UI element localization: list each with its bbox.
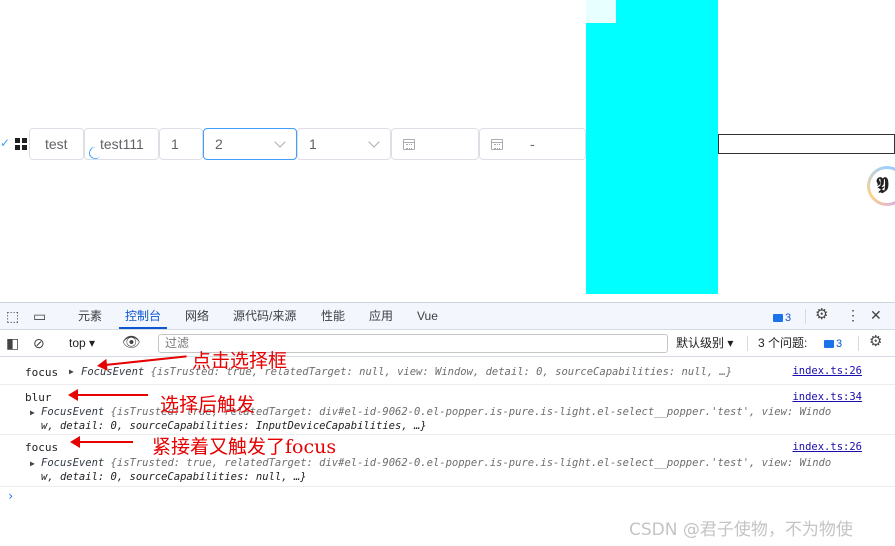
eye-icon[interactable]: 👁 bbox=[122, 335, 141, 350]
range-separator: - bbox=[530, 136, 535, 152]
number-input[interactable]: 1 bbox=[159, 128, 203, 160]
close-icon[interactable]: ✕ bbox=[870, 308, 882, 322]
text-input-test-value: test bbox=[45, 136, 68, 152]
log-source-link[interactable]: index.ts:26 bbox=[792, 441, 862, 453]
message-icon bbox=[824, 340, 834, 348]
grid-icon[interactable] bbox=[15, 138, 27, 150]
device-toolbar-icon[interactable]: ▭ bbox=[33, 309, 46, 323]
chevron-down-icon bbox=[274, 136, 286, 148]
log-label: blur bbox=[25, 391, 52, 404]
expand-triangle-icon[interactable]: ▶ bbox=[69, 367, 74, 376]
select-b[interactable]: 1 bbox=[297, 128, 391, 160]
log-entry: blur index.ts:34 ▶ FocusEvent {isTrusted… bbox=[0, 385, 895, 435]
context-select[interactable]: top ▾ bbox=[69, 330, 95, 357]
console-toolbar: ◧ ⊘ top ▾ 👁 过滤 默认级别 ▾ 3 个问题: 3 ⚙ bbox=[0, 330, 895, 357]
log-label: focus bbox=[25, 441, 59, 454]
tab-vue[interactable]: Vue bbox=[417, 303, 438, 329]
select-a[interactable]: 2 bbox=[203, 128, 297, 160]
more-options-icon[interactable]: ⋮ bbox=[846, 308, 860, 322]
log-source-link[interactable]: index.ts:26 bbox=[792, 365, 862, 377]
cyan-block-notch bbox=[586, 0, 616, 23]
chevron-down-icon bbox=[368, 136, 380, 148]
issues-label: 3 个问题: bbox=[758, 336, 808, 350]
expand-triangle-icon[interactable]: ▶ bbox=[30, 408, 35, 417]
calendar-icon bbox=[491, 139, 503, 150]
messages-count: 3 bbox=[785, 312, 792, 324]
watermark: CSDN @君子使物，不为物使 bbox=[629, 520, 853, 540]
plain-input[interactable] bbox=[718, 134, 895, 154]
annotation-after-select: 选择后触发 bbox=[160, 394, 256, 416]
text-input-test111-value: test111 bbox=[100, 136, 144, 152]
tab-sources[interactable]: 源代码/来源 bbox=[233, 303, 296, 329]
issues-count: 3 bbox=[836, 338, 843, 350]
annotation-arrow bbox=[70, 436, 133, 448]
tab-application[interactable]: 应用 bbox=[369, 303, 393, 329]
expand-triangle-icon[interactable]: ▶ bbox=[30, 459, 35, 468]
context-value: top bbox=[69, 336, 86, 350]
log-object-continuation: w, detail: 0, sourceCapabilities: InputD… bbox=[41, 420, 427, 432]
text-input-test[interactable]: test bbox=[29, 128, 84, 160]
annotation-click-select: 点击选择框 bbox=[192, 350, 288, 372]
select-b-value: 1 bbox=[309, 136, 317, 152]
log-entry: focus index.ts:26 ▶ FocusEvent {isTruste… bbox=[0, 435, 895, 487]
messages-badge[interactable]: 3 bbox=[773, 311, 791, 325]
sidebar-toggle-icon[interactable]: ◧ bbox=[6, 336, 19, 350]
cyan-block bbox=[586, 0, 718, 294]
devtools-panel: ⬚ ▭ 元素 控制台 网络 源代码/来源 性能 应用 Vue 3 ⚙ ⋮ ✕ ◧… bbox=[0, 302, 895, 546]
tab-performance[interactable]: 性能 bbox=[321, 303, 345, 329]
select-a-value: 2 bbox=[215, 136, 223, 152]
check-icon: ✓ bbox=[0, 136, 11, 150]
clear-console-icon[interactable]: ⊘ bbox=[33, 336, 45, 350]
log-source-link[interactable]: index.ts:34 bbox=[792, 391, 862, 403]
log-object-continuation: w, detail: 0, sourceCapabilities: null, … bbox=[41, 471, 307, 483]
settings-gear-icon[interactable]: ⚙ bbox=[815, 307, 828, 322]
tab-elements[interactable]: 元素 bbox=[78, 303, 102, 329]
console-settings-icon[interactable]: ⚙ bbox=[869, 334, 882, 349]
devtools-tabbar: ⬚ ▭ 元素 控制台 网络 源代码/来源 性能 应用 Vue 3 ⚙ ⋮ ✕ bbox=[0, 303, 895, 330]
tab-network[interactable]: 网络 bbox=[185, 303, 209, 329]
annotation-arrow bbox=[68, 389, 148, 401]
message-icon bbox=[773, 314, 783, 322]
date-range-picker[interactable]: - bbox=[479, 128, 586, 160]
floating-assistant-icon[interactable]: 𝖄 bbox=[867, 166, 895, 206]
console-prompt-icon[interactable]: › bbox=[7, 489, 14, 503]
issues-badge[interactable]: 3 bbox=[824, 337, 842, 351]
log-object[interactable]: FocusEvent {isTrusted: true, relatedTarg… bbox=[81, 366, 732, 378]
number-input-value: 1 bbox=[171, 136, 179, 152]
log-level-select[interactable]: 默认级别 ▾ bbox=[676, 330, 733, 357]
annotation-focus-again: 紧接着又触发了focus bbox=[152, 436, 337, 458]
log-level-value: 默认级别 bbox=[676, 336, 725, 350]
tab-console[interactable]: 控制台 bbox=[118, 303, 168, 329]
date-picker[interactable] bbox=[391, 128, 479, 160]
text-input-test111[interactable]: test111 bbox=[84, 128, 159, 161]
log-label: focus bbox=[25, 366, 59, 379]
inspect-element-icon[interactable]: ⬚ bbox=[6, 309, 19, 323]
calendar-icon bbox=[403, 139, 415, 150]
